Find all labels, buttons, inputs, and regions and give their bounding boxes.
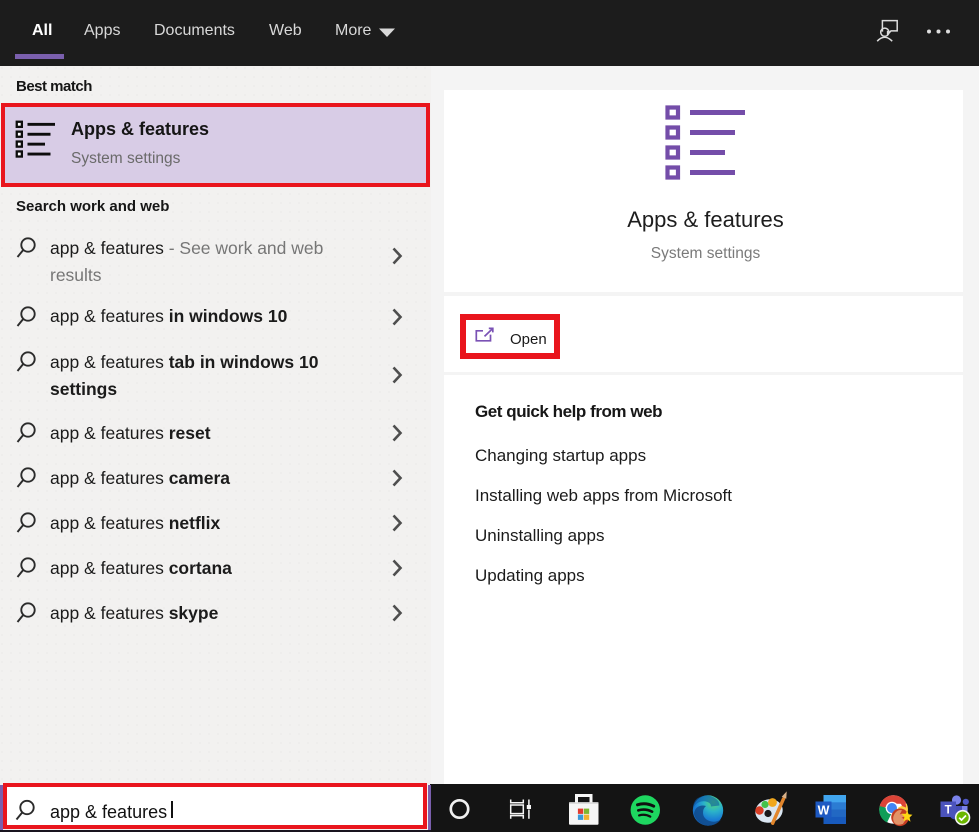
svg-text:W: W [818,804,830,818]
svg-text:T: T [945,805,952,817]
